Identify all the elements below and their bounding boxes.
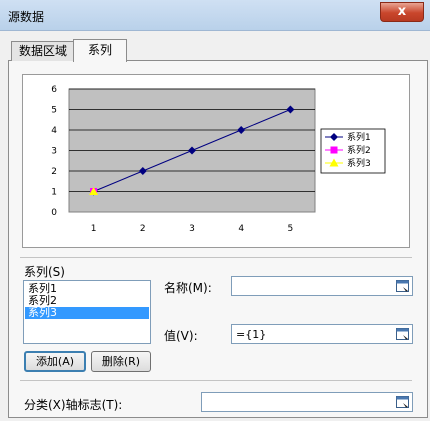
category-axis-field[interactable] bbox=[201, 392, 413, 412]
x-tick-label: 3 bbox=[189, 224, 195, 234]
y-tick-label: 4 bbox=[51, 126, 57, 136]
separator bbox=[20, 380, 412, 381]
title-bar: 源数据 x bbox=[0, 0, 430, 31]
window-title: 源数据 bbox=[8, 10, 45, 24]
tab-series-label: 系列 bbox=[87, 43, 112, 57]
tab-series[interactable]: 系列 bbox=[73, 39, 127, 62]
y-tick-label: 2 bbox=[51, 167, 57, 177]
category-axis-label: 分类(X)轴标志(T): bbox=[24, 398, 123, 412]
value-field[interactable]: ={1} bbox=[231, 324, 413, 344]
y-tick-label: 5 bbox=[51, 106, 57, 116]
y-tick-label: 0 bbox=[51, 208, 57, 218]
separator bbox=[20, 257, 412, 258]
range-select-icon[interactable] bbox=[395, 326, 411, 342]
name-field[interactable] bbox=[231, 276, 413, 296]
y-tick-label: 6 bbox=[51, 85, 57, 95]
delete-button-label: 删除(R) bbox=[101, 355, 141, 368]
x-tick-label: 2 bbox=[140, 224, 146, 234]
tab-data-range[interactable]: 数据区域 bbox=[11, 41, 75, 61]
value-field-value: ={1} bbox=[236, 328, 267, 341]
name-label: 名称(M): bbox=[164, 281, 212, 295]
delete-button[interactable]: 删除(R) bbox=[91, 351, 151, 372]
legend-marker bbox=[330, 146, 338, 154]
x-tick-label: 4 bbox=[238, 224, 244, 234]
x-tick-label: 5 bbox=[288, 224, 294, 234]
chart-svg: 0 1 2 3 4 5 6 1 2 3 4 5 系列1系列2系列3 bbox=[51, 85, 386, 234]
add-button[interactable]: 添加(A) bbox=[24, 351, 86, 372]
close-icon: x bbox=[397, 4, 407, 19]
chart-preview: 0 1 2 3 4 5 6 1 2 3 4 5 系列1 系列2 系列3 bbox=[22, 74, 410, 248]
range-select-icon[interactable] bbox=[395, 394, 411, 410]
legend-label: 系列1 bbox=[347, 131, 371, 143]
legend-label: 系列2 bbox=[347, 144, 371, 156]
tab-data-range-label: 数据区域 bbox=[18, 44, 67, 58]
x-tick-label: 1 bbox=[91, 224, 97, 234]
y-tick-label: 1 bbox=[51, 188, 57, 198]
y-tick-label: 3 bbox=[51, 147, 57, 157]
add-button-label: 添加(A) bbox=[35, 355, 75, 368]
legend-label: 系列3 bbox=[347, 157, 371, 169]
series-label: 系列(S) bbox=[24, 265, 65, 279]
series-list-item-selected[interactable]: 系列3 bbox=[25, 307, 149, 319]
close-button[interactable]: x bbox=[380, 2, 424, 22]
value-label: 值(V): bbox=[164, 329, 198, 343]
series-listbox[interactable]: 系列1 系列2 系列3 bbox=[23, 280, 151, 344]
range-select-icon[interactable] bbox=[395, 278, 411, 294]
